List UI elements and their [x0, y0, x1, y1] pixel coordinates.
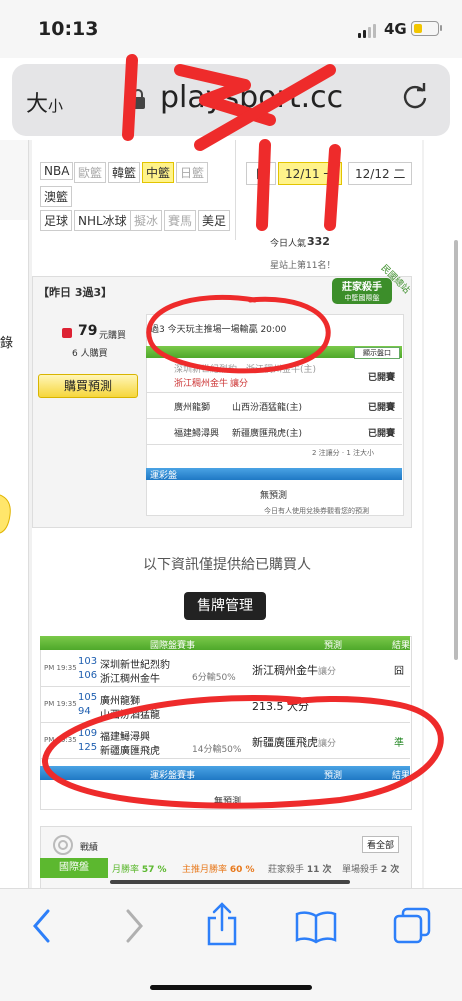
- share-icon[interactable]: [204, 902, 240, 946]
- annotation-stroke-4: [256, 139, 271, 231]
- annotation-circle-2: [41, 695, 444, 809]
- annotation-circle-1: [146, 294, 331, 374]
- annotation-stroke-1: [122, 54, 138, 141]
- home-indicator: [150, 985, 312, 990]
- page-scrub-indicator: [110, 880, 350, 884]
- bookmarks-icon[interactable]: [294, 910, 338, 944]
- tabs-icon[interactable]: [392, 906, 432, 946]
- back-icon[interactable]: [30, 908, 54, 944]
- annotation-stroke-5: [324, 144, 341, 231]
- forward-icon[interactable]: [122, 908, 146, 944]
- annotation-layer: [41, 54, 444, 809]
